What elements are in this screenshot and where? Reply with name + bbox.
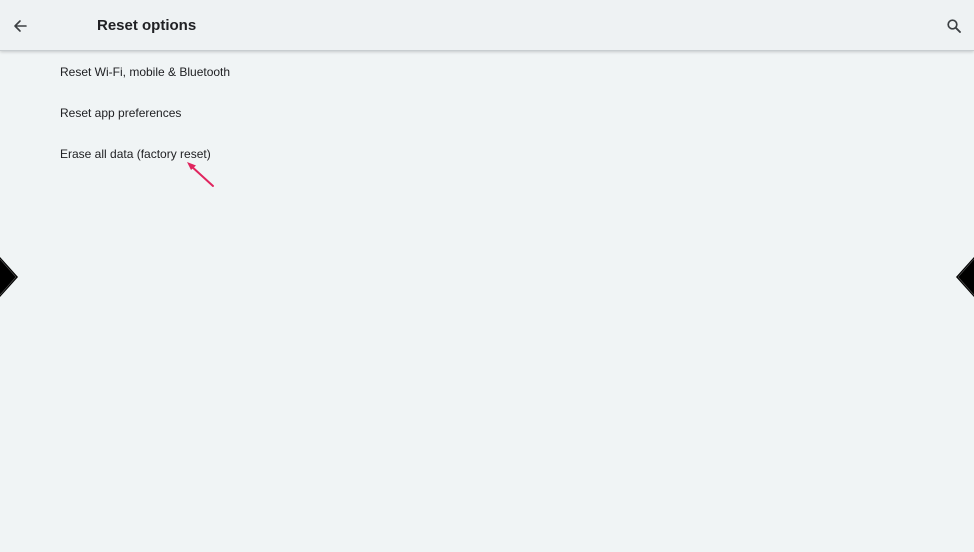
- option-label: Reset Wi‑Fi, mobile & Bluetooth: [60, 65, 231, 79]
- search-button[interactable]: [940, 12, 968, 40]
- option-reset-app-preferences[interactable]: Reset app preferences: [0, 93, 974, 134]
- option-factory-reset[interactable]: Erase all data (factory reset): [0, 134, 974, 175]
- back-button[interactable]: [6, 12, 34, 40]
- reset-options-list: Reset Wi‑Fi, mobile & Bluetooth Reset ap…: [0, 52, 974, 175]
- annotation-arrow-icon: [187, 162, 214, 187]
- option-label: Reset app preferences: [60, 106, 182, 120]
- app-bar: Reset options: [0, 0, 974, 51]
- edge-right-handle-icon[interactable]: [952, 257, 974, 297]
- option-reset-network[interactable]: Reset Wi‑Fi, mobile & Bluetooth: [0, 52, 974, 93]
- search-icon: [947, 19, 961, 33]
- arrow-left-icon: [14, 20, 27, 32]
- page-title: Reset options: [97, 17, 197, 34]
- edge-left-handle-icon[interactable]: [0, 257, 22, 297]
